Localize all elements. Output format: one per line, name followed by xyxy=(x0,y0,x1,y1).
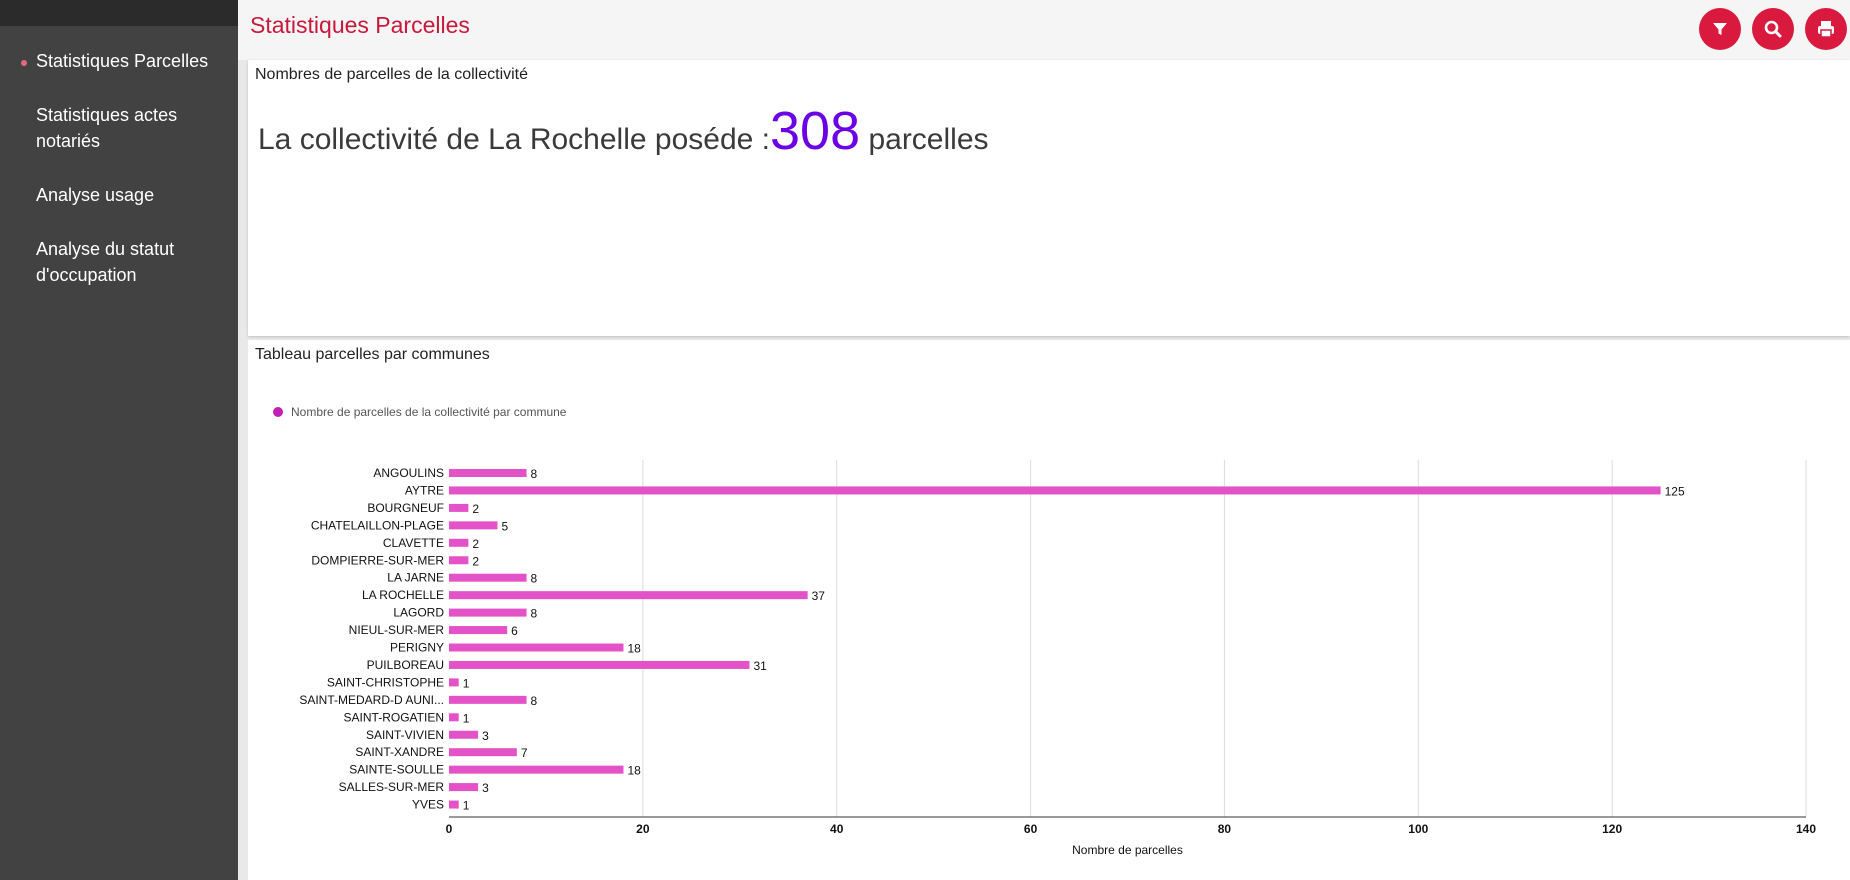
bar-value-label: 18 xyxy=(627,764,641,778)
bar xyxy=(449,469,527,477)
category-label: NIEUL-SUR-MER xyxy=(349,623,445,637)
bar xyxy=(449,713,459,722)
bar xyxy=(449,748,517,757)
x-tick-label: 0 xyxy=(446,822,453,836)
category-label: AYTRE xyxy=(405,483,444,497)
x-tick-label: 140 xyxy=(1796,822,1816,836)
category-label: CHATELAILLON-PLAGE xyxy=(311,518,444,532)
x-tick-label: 100 xyxy=(1408,822,1428,836)
bar xyxy=(449,538,469,547)
bar xyxy=(449,573,527,582)
bar-value-label: 2 xyxy=(472,537,479,551)
category-label: SALLES-SUR-MER xyxy=(339,780,445,794)
category-label: LAGORD xyxy=(393,606,444,620)
x-tick-label: 60 xyxy=(1024,822,1038,836)
bar xyxy=(449,695,527,704)
bar-value-label: 125 xyxy=(1665,484,1685,498)
category-label: LA JARNE xyxy=(387,571,444,585)
x-tick-label: 80 xyxy=(1218,822,1232,836)
category-label: PERIGNY xyxy=(390,641,444,655)
header-bar: Statistiques Parcelles xyxy=(238,0,1850,60)
bar-value-label: 8 xyxy=(531,694,538,708)
legend-dot xyxy=(273,407,283,417)
bar-value-label: 7 xyxy=(521,746,528,760)
x-axis-title: Nombre de parcelles xyxy=(1072,843,1183,857)
category-label: SAINT-VIVIEN xyxy=(366,728,444,742)
sidebar-item-label: Analyse du statut d'occupation xyxy=(36,239,175,285)
bar xyxy=(449,783,479,792)
filter-icon xyxy=(1713,23,1727,35)
count-prefix: La collectivité de La Rochelle poséde : xyxy=(258,123,770,156)
bar-value-label: 3 xyxy=(482,729,489,743)
category-label: SAINT-ROGATIEN xyxy=(344,710,444,724)
bar xyxy=(449,486,1661,495)
bar-value-label: 8 xyxy=(531,572,538,586)
category-label: YVES xyxy=(412,798,444,812)
sidebar-item-analyse-usage[interactable]: Analyse usage xyxy=(0,182,238,208)
bar-value-label: 37 xyxy=(812,589,826,603)
bar xyxy=(449,521,498,530)
print-button[interactable] xyxy=(1805,8,1847,50)
bar-value-label: 1 xyxy=(463,711,470,725)
bar xyxy=(449,556,469,565)
x-tick-label: 120 xyxy=(1602,822,1622,836)
search-button[interactable] xyxy=(1752,8,1794,50)
bar xyxy=(449,608,527,617)
sidebar-item-statistiques-actes-notaries[interactable]: Statistiques actes notariés xyxy=(0,102,208,154)
count-suffix: parcelles xyxy=(860,123,989,156)
bar xyxy=(449,800,459,809)
filter-button[interactable] xyxy=(1699,8,1741,50)
sidebar-top-bar xyxy=(0,0,238,26)
bar-value-label: 2 xyxy=(472,502,479,516)
bar-value-label: 8 xyxy=(531,607,538,621)
category-label: DOMPIERRE-SUR-MER xyxy=(311,553,444,567)
parcels-by-commune-chart: Nombre de parcelles de la collectivité p… xyxy=(273,405,1816,857)
category-label: PUILBOREAU xyxy=(367,658,444,672)
bar-value-label: 2 xyxy=(472,554,479,568)
category-label: LA ROCHELLE xyxy=(362,588,444,602)
category-label: SAINT-CHRISTOPHE xyxy=(327,675,444,689)
bar-value-label: 1 xyxy=(463,799,470,813)
bar-value-label: 6 xyxy=(511,624,518,638)
category-label: ANGOULINS xyxy=(373,466,444,480)
bar-value-label: 18 xyxy=(627,642,641,656)
sidebar-item-statistiques-parcelles[interactable]: Statistiques Parcelles xyxy=(0,48,238,74)
legend-label: Nombre de parcelles de la collectivité p… xyxy=(291,405,567,419)
sidebar-item-label: Analyse usage xyxy=(36,185,155,205)
bar-value-label: 31 xyxy=(753,659,767,673)
bar xyxy=(449,626,508,635)
category-label: SAINT-XANDRE xyxy=(355,745,444,759)
sidebar-item-analyse-statut-occupation[interactable]: Analyse du statut d'occupation xyxy=(0,236,208,288)
active-dot-icon xyxy=(21,60,27,66)
bar xyxy=(449,643,624,652)
sidebar-item-label: Statistiques actes notariés xyxy=(36,105,178,151)
parcel-count-value: 308 xyxy=(770,101,861,161)
category-label: SAINT-MEDARD-D AUNI... xyxy=(299,693,444,707)
category-label: BOURGNEUF xyxy=(367,501,444,515)
bar-value-label: 5 xyxy=(501,519,508,533)
bar-value-label: 8 xyxy=(531,467,538,481)
bar xyxy=(449,678,459,687)
x-tick-label: 20 xyxy=(636,822,650,836)
page-title: Statistiques Parcelles xyxy=(250,12,470,38)
bar-value-label: 3 xyxy=(482,781,489,795)
x-tick-label: 40 xyxy=(830,822,844,836)
category-label: SAINTE-SOULLE xyxy=(349,763,444,777)
bar xyxy=(449,503,469,512)
bar xyxy=(449,591,808,600)
sidebar: Statistiques Parcelles Statistiques acte… xyxy=(0,0,238,880)
print-icon xyxy=(1818,21,1834,38)
category-label: CLAVETTE xyxy=(383,536,444,550)
bar xyxy=(449,660,750,669)
bar xyxy=(449,765,624,774)
parcel-count-statement: La collectivité de La Rochelle poséde :3… xyxy=(258,100,989,162)
bar xyxy=(449,730,479,739)
sidebar-item-label: Statistiques Parcelles xyxy=(36,51,209,71)
bar-value-label: 1 xyxy=(463,676,470,690)
card-title: Nombres de parcelles de la collectivité xyxy=(255,66,529,83)
search-icon xyxy=(1764,20,1782,38)
commune-table-card: Tableau parcelles par communes Nombre de… xyxy=(248,340,1850,880)
parcel-count-card: Nombres de parcelles de la collectivité … xyxy=(248,60,1850,336)
sidebar-nav: Statistiques Parcelles Statistiques acte… xyxy=(0,48,238,288)
